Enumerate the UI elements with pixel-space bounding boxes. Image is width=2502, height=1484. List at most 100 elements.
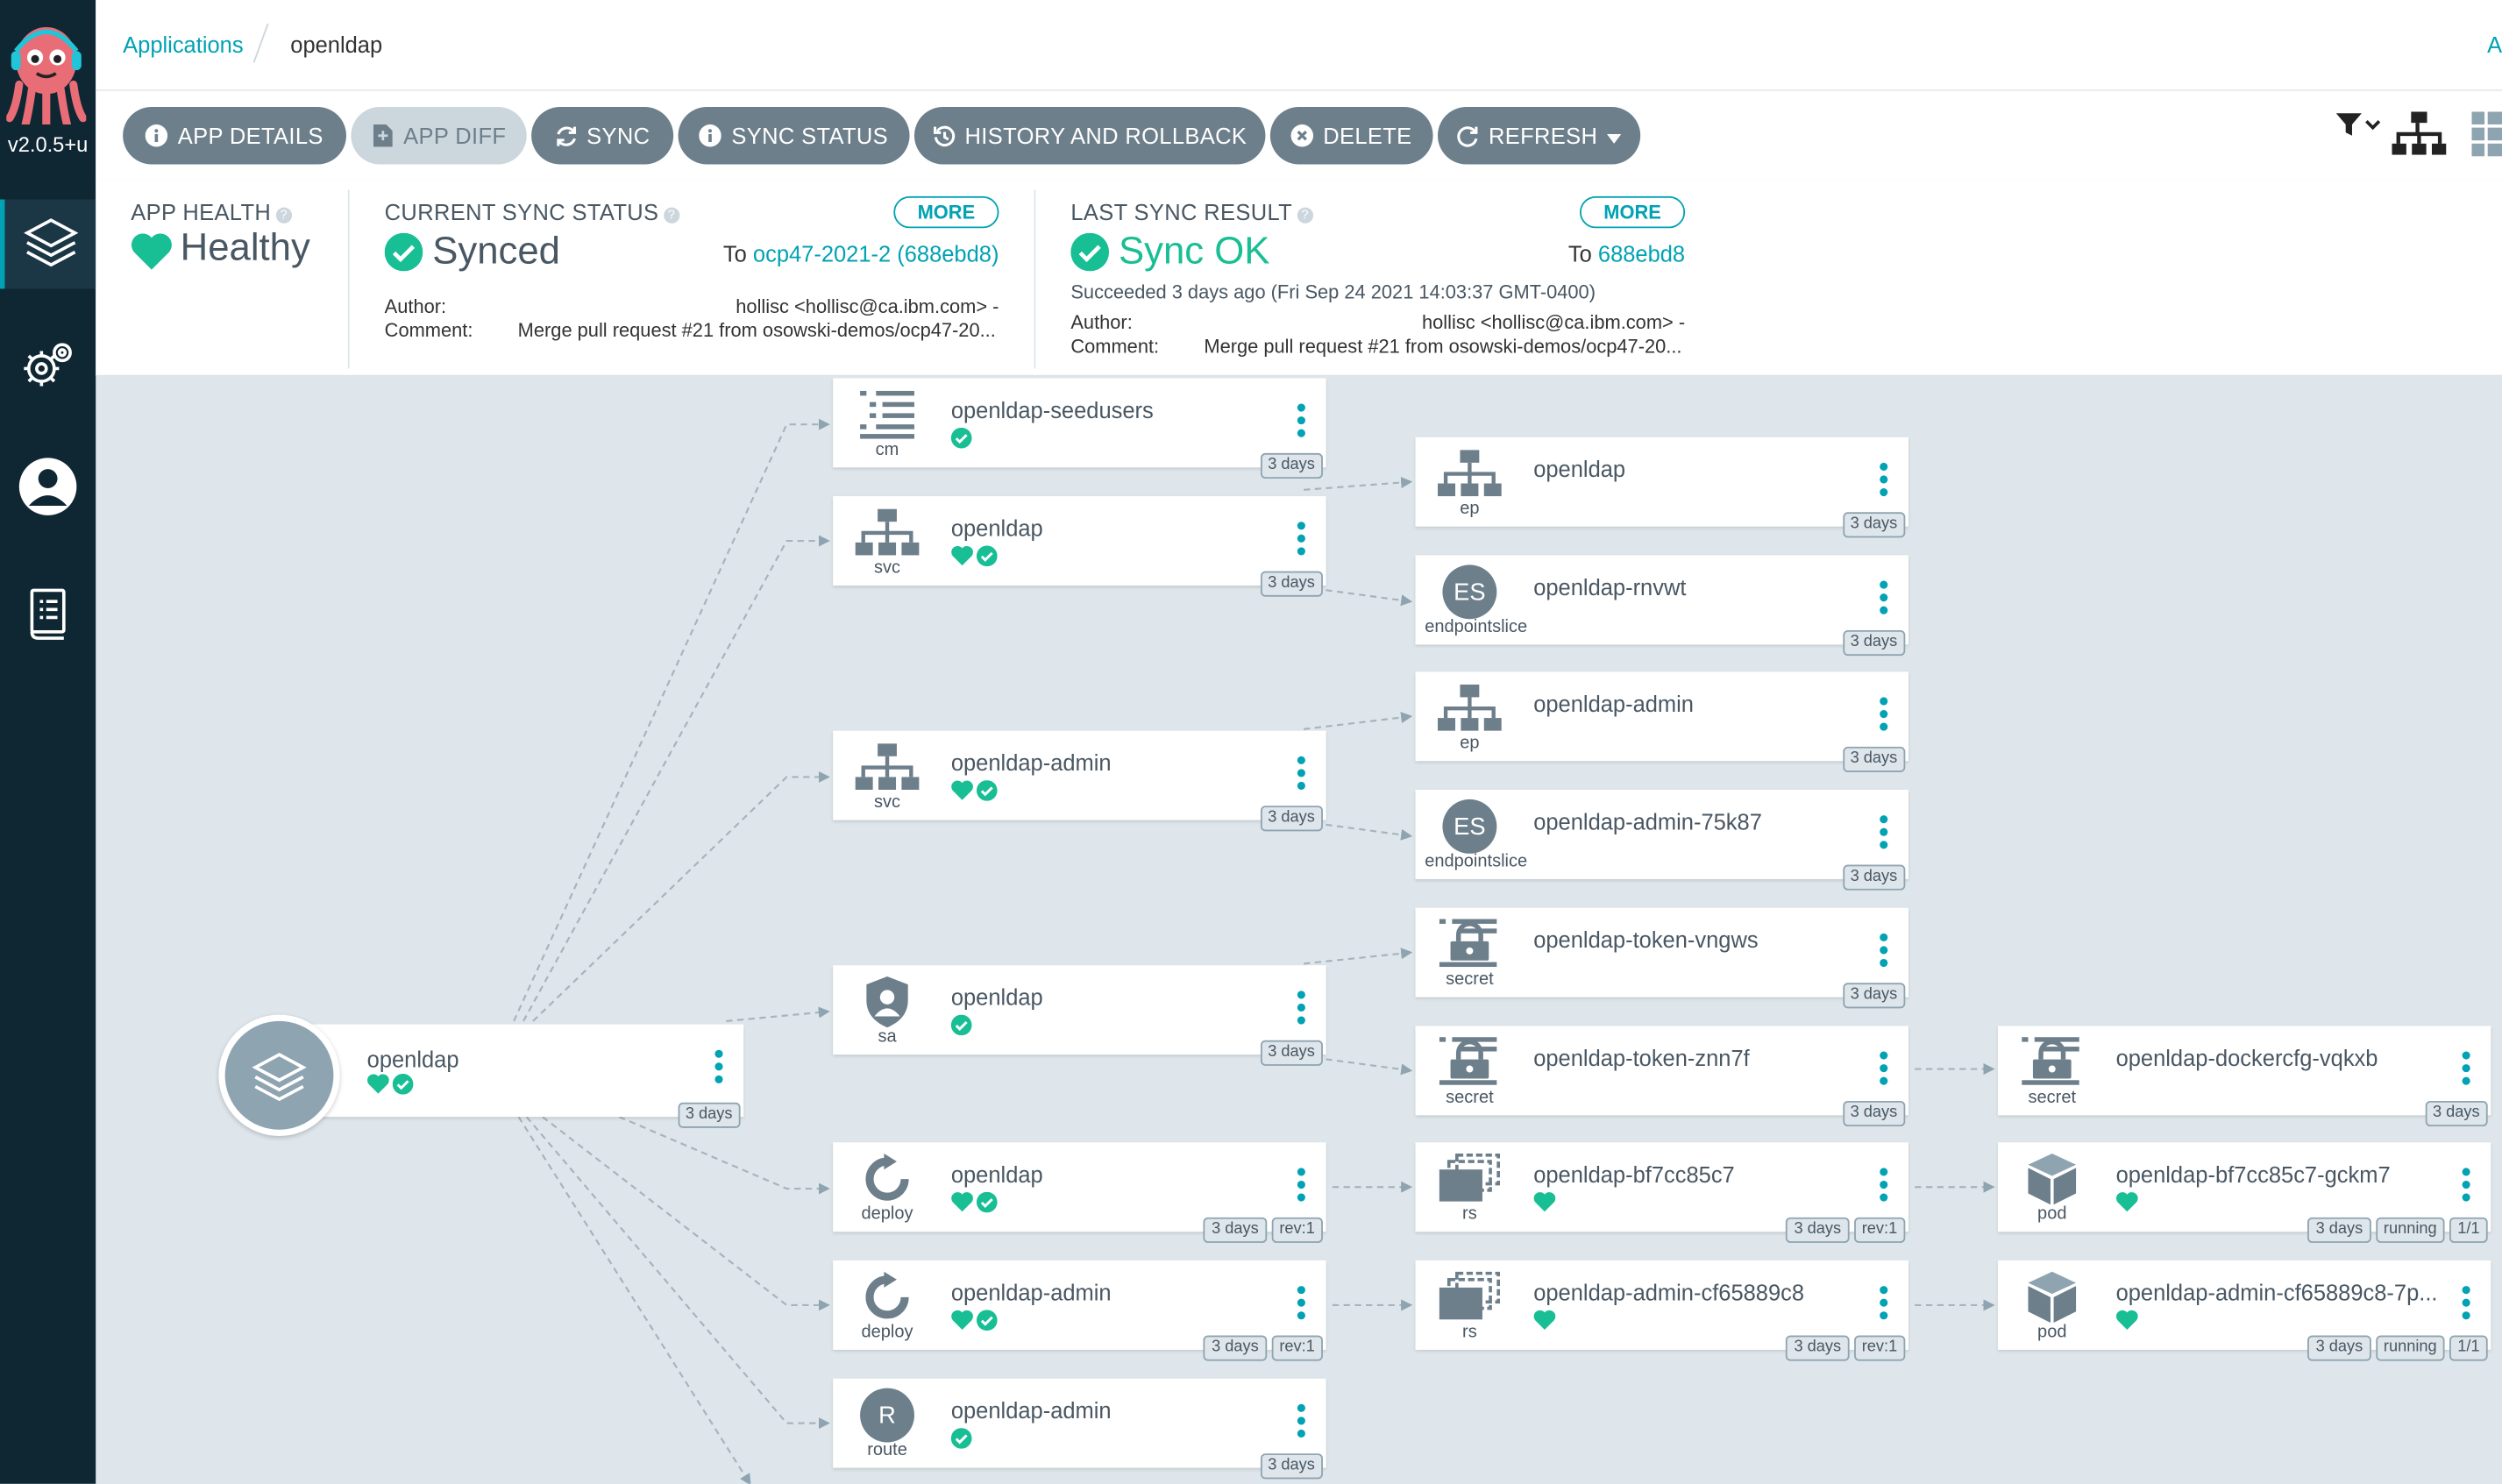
node-tags: 3 days rev:1 <box>1203 1335 1323 1361</box>
gears-icon <box>19 336 77 401</box>
node-menu-button[interactable] <box>1297 756 1307 795</box>
grid-icon <box>2471 111 2502 163</box>
node-menu-button[interactable] <box>1880 580 1889 620</box>
revision-tag: rev:1 <box>1271 1335 1323 1361</box>
breadcrumb-applications[interactable]: Applications <box>123 32 243 57</box>
node-menu-button[interactable] <box>1880 1286 1889 1324</box>
node-kind: rs <box>1462 1322 1477 1342</box>
help-icon[interactable]: ? <box>275 207 292 224</box>
heart-icon <box>2115 1192 2138 1221</box>
resource-node-rs[interactable]: rs openldap-admin-cf65889c8 3 days rev:1 <box>1415 1260 1908 1361</box>
sync-label: SYNC <box>586 123 650 149</box>
node-name: openldap <box>1533 456 1626 482</box>
sync-status-button[interactable]: SYNC STATUS <box>678 106 910 165</box>
service-account-icon <box>852 973 922 1031</box>
resource-node-endpointslice[interactable]: ES endpointslice openldap-rnvwt 3 days <box>1415 555 1908 657</box>
node-menu-button[interactable] <box>1297 403 1307 443</box>
node-menu-button[interactable] <box>1880 462 1889 501</box>
last-comment-value: Merge pull request #21 from osowski-demo… <box>1204 335 1682 358</box>
resource-node-svc[interactable]: svc openldap-admin 3 days <box>833 730 1326 832</box>
age-tag: 3 days <box>1842 512 1906 538</box>
sync-author-label: Author: <box>384 295 447 318</box>
help-icon[interactable]: ? <box>1297 207 1313 224</box>
resource-node-ep[interactable]: ep openldap-admin 3 days <box>1415 671 1908 772</box>
last-sync-more-button[interactable]: MORE <box>1579 195 1686 229</box>
sync-revision-link[interactable]: ocp47-2021-2 (688ebd8) <box>753 241 999 266</box>
nav-settings[interactable] <box>0 324 96 414</box>
endpointslice-letters: ES <box>1442 799 1497 854</box>
nav-documentation[interactable] <box>0 572 96 662</box>
sync-button[interactable]: SYNC <box>531 106 674 165</box>
node-status <box>951 1191 998 1221</box>
node-menu-button[interactable] <box>2462 1051 2472 1090</box>
resource-node-rs[interactable]: rs openldap-bf7cc85c7 3 days rev:1 <box>1415 1142 1908 1243</box>
node-menu-button[interactable] <box>1880 1168 1889 1206</box>
delete-button[interactable]: DELETE <box>1269 106 1433 165</box>
age-tag: 3 days <box>2307 1335 2371 1361</box>
node-menu-button[interactable] <box>2462 1286 2472 1324</box>
endpointslice-icon: ES <box>1434 798 1504 856</box>
age-tag: 3 days <box>1786 1217 1850 1243</box>
refresh-button[interactable]: REFRESH <box>1438 106 1641 165</box>
filter-icon <box>2335 113 2383 147</box>
filter-dropdown[interactable] <box>2335 109 2383 149</box>
sync-more-button[interactable]: MORE <box>893 195 999 229</box>
node-kind: cm <box>875 440 899 460</box>
resource-node-pod[interactable]: pod openldap-bf7cc85c7-gckm7 3 days runni… <box>1997 1142 2491 1243</box>
app-diff-button[interactable]: APP DIFF <box>351 106 527 165</box>
argo-logo-icon[interactable] <box>5 13 88 129</box>
resource-node-secret[interactable]: secret openldap-dockercfg-vqkxb 3 days <box>1997 1026 2491 1127</box>
resource-node-deploy[interactable]: deploy openldap-admin 3 days rev:1 <box>833 1260 1326 1361</box>
heart-icon <box>2115 1310 2138 1338</box>
top-right-link[interactable]: A <box>2487 32 2502 57</box>
service-icon <box>852 504 922 562</box>
node-tags: 3 days <box>1842 1100 1906 1127</box>
node-menu-button[interactable] <box>1297 1286 1307 1324</box>
age-tag: 3 days <box>1842 983 1906 1009</box>
node-menu-button[interactable] <box>1297 1168 1307 1206</box>
nav-applications[interactable] <box>0 199 96 289</box>
node-menu-button[interactable] <box>1880 1051 1889 1090</box>
resource-node-sa[interactable]: sa openldap 3 days <box>833 965 1326 1066</box>
resource-node-cm[interactable]: cm openldap-seedusers 3 days <box>833 378 1326 479</box>
resource-node-pod[interactable]: pod openldap-admin-cf65889c8-7p... 3 day… <box>1997 1260 2491 1361</box>
secret-icon <box>1434 1033 1504 1091</box>
grid-view-button[interactable] <box>2471 111 2502 164</box>
node-menu-button[interactable] <box>2462 1168 2472 1206</box>
node-menu-button[interactable] <box>1880 933 1889 972</box>
resource-node-deploy[interactable]: deploy openldap 3 days rev:1 <box>833 1142 1326 1243</box>
age-tag: 3 days <box>1260 452 1323 479</box>
node-status <box>1533 1192 1556 1221</box>
node-menu-button[interactable] <box>714 1049 724 1089</box>
node-menu-button[interactable] <box>1297 522 1307 560</box>
node-menu-button[interactable] <box>1297 991 1307 1029</box>
resource-node-route[interactable]: R route openldap-admin 3 days <box>833 1378 1326 1480</box>
app-node-openldap[interactable]: openldap 3 days <box>274 1024 744 1128</box>
node-menu-button[interactable] <box>1297 1403 1307 1443</box>
node-name: openldap <box>950 984 1043 1011</box>
nav-user-info[interactable] <box>0 445 96 535</box>
last-to-prefix: To <box>1567 240 1592 266</box>
app-details-button[interactable]: APP DETAILS <box>123 106 346 165</box>
resource-node-secret[interactable]: secret openldap-token-znn7f 3 days <box>1415 1026 1908 1127</box>
app-health-title: APP HEALTH? <box>131 200 292 225</box>
node-name: openldap-admin-cf65889c8 <box>1533 1279 1805 1305</box>
resource-node-svc[interactable]: svc openldap 3 days <box>833 496 1326 597</box>
tree-view-button[interactable] <box>2392 111 2447 164</box>
node-tags: 3 days <box>1260 571 1323 597</box>
node-kind: pod <box>2037 1204 2067 1225</box>
resource-node-secret[interactable]: secret openldap-token-vngws 3 days <box>1415 907 1908 1009</box>
age-tag: 3 days <box>1842 746 1906 772</box>
resource-node-ep[interactable]: ep openldap 3 days <box>1415 437 1908 538</box>
node-menu-button[interactable] <box>1880 697 1889 735</box>
node-menu-button[interactable] <box>1880 815 1889 854</box>
age-tag: 3 days <box>1260 1453 1323 1480</box>
node-status <box>950 427 972 457</box>
history-rollback-button[interactable]: HISTORY AND ROLLBACK <box>913 106 1266 165</box>
node-kind: sa <box>878 1027 897 1047</box>
sync-target: To ocp47-2021-2 (688ebd8) <box>723 241 999 266</box>
last-revision-link[interactable]: 688ebd8 <box>1598 241 1685 266</box>
help-icon[interactable]: ? <box>663 207 680 224</box>
resource-node-endpointslice[interactable]: ES endpointslice openldap-admin-75k87 3 … <box>1415 789 1908 891</box>
node-status <box>951 1310 998 1338</box>
